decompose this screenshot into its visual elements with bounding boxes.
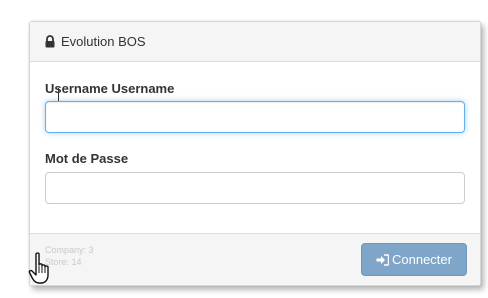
panel-title: Evolution BOS [61, 34, 146, 49]
hand-pointer-icon [28, 252, 54, 286]
password-label: Mot de Passe [45, 151, 129, 166]
lock-icon [44, 35, 56, 48]
panel-heading: Evolution BOS [30, 22, 480, 62]
username-label: Username Username [45, 81, 175, 96]
connect-button[interactable]: Connecter [361, 243, 467, 276]
text-caret [58, 88, 59, 101]
login-panel: Evolution BOS Username Username Mot de P… [29, 21, 481, 286]
username-input[interactable] [45, 101, 465, 133]
sign-in-icon [376, 253, 390, 266]
panel-body: Username Username Mot de Passe [30, 62, 480, 235]
stage: Evolution BOS Username Username Mot de P… [0, 0, 488, 298]
password-input[interactable] [45, 172, 465, 204]
panel-footer: Company: 3 Store: 14 Connecter [30, 233, 480, 285]
connect-label: Connecter [392, 252, 452, 267]
